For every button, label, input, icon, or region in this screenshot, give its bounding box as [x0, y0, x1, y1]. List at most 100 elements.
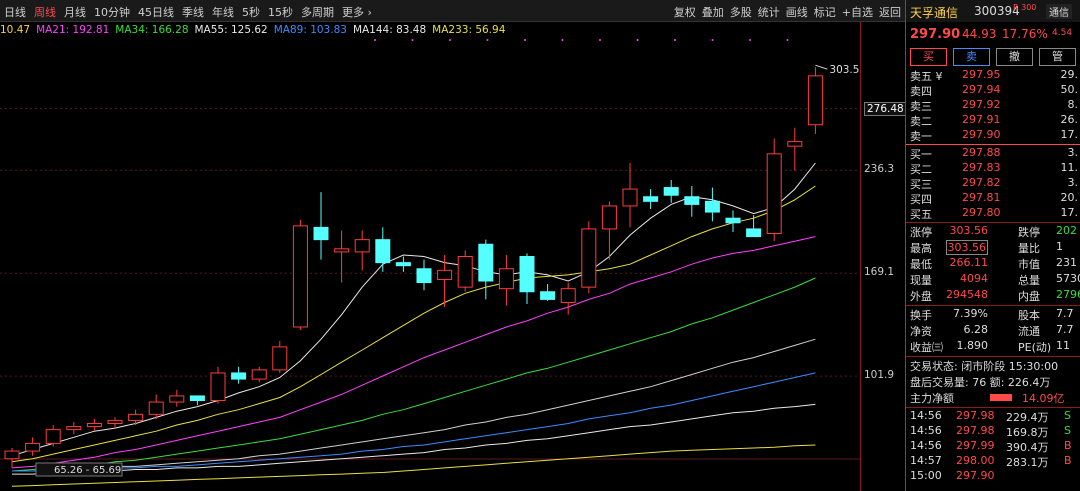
stat-value: 6.28 [963, 323, 989, 336]
quote-panel: 天孚通信 300394 R 300 通信 297.90 44.93 17.76%… [905, 0, 1080, 491]
order-book-row[interactable]: 买四 297.81 20. [906, 191, 1080, 206]
low-range-label: 65.26 - 65.69 [54, 465, 121, 476]
period-tab[interactable]: 更多 › [342, 4, 372, 20]
manage-button[interactable]: 管 [1039, 48, 1076, 66]
high-marker-label: 303.56 [829, 64, 860, 76]
period-tab[interactable]: 45日线 [138, 4, 174, 20]
trade-status: 交易状态: 闭市阶段 15:30:00 [906, 358, 1080, 374]
stat-key: 总量 [1018, 274, 1040, 287]
divider [906, 356, 1080, 357]
price-axis-label: 236.3 [864, 163, 895, 176]
candle-up [128, 413, 144, 421]
tool-button[interactable]: +自选 [842, 4, 873, 20]
stat-key: 换手 [910, 309, 932, 322]
buy-button[interactable]: 买 [910, 48, 947, 66]
ma-legend-item: MA55: 125.62 [194, 24, 268, 36]
candlestick-chart[interactable]: 303.56 65.26 - 65.69 [0, 22, 860, 491]
ma-line-ma89 [12, 372, 816, 472]
period-tab[interactable]: 周线 [34, 4, 56, 20]
order-volume: 20. [1060, 191, 1079, 204]
trade-time: 14:56 [910, 424, 942, 437]
period-tab[interactable]: 年线 [212, 4, 234, 20]
stat-value: 1.890 [956, 339, 989, 352]
candle-up [334, 248, 350, 253]
trade-row: 15:00 297.90 [906, 469, 1080, 484]
stat-key: 内盘 [1018, 290, 1040, 303]
trade-time: 15:00 [910, 469, 942, 482]
period-tab[interactable]: 日线 [4, 4, 26, 20]
order-book-row[interactable]: 买三 297.82 3. [906, 176, 1080, 191]
period-tabs: 日线 周线 月线 10分钟 45日线 季线 年线 5秒 15秒 多周期 更多 › [4, 4, 372, 20]
tool-button[interactable]: 画线 [786, 4, 808, 20]
order-book-row[interactable]: 卖五 ¥ 297.95 29. [906, 68, 1080, 83]
ma-line-ma21 [11, 236, 816, 469]
period-tab[interactable]: 15秒 [268, 4, 293, 20]
stat-value: 294548 [946, 288, 988, 301]
candle-up [766, 153, 782, 235]
candle-down [189, 395, 205, 402]
period-tab[interactable]: 5秒 [242, 4, 260, 20]
order-book-row[interactable]: 卖二 297.91 26. [906, 113, 1080, 128]
stat-value: 303.56 [945, 240, 988, 255]
stock-name[interactable]: 天孚通信 [910, 4, 958, 21]
stat-key: 现量 [910, 274, 932, 287]
order-book-row[interactable]: 卖三 297.92 8. [906, 98, 1080, 113]
candle-up [169, 395, 185, 403]
signal-dot [524, 39, 526, 41]
order-price: 297.94 [962, 83, 1001, 96]
tool-button[interactable]: 叠加 [702, 4, 724, 20]
order-volume: 3. [1067, 176, 1079, 189]
ma-legend-item: MA21: 192.81 [36, 24, 110, 36]
after-hours: 盘后交易量: 76 额: 226.4万 [906, 374, 1080, 390]
period-tab[interactable]: 10分钟 [94, 4, 130, 20]
trade-row: 14:56 297.99 390.4万 B [906, 439, 1080, 454]
order-book-row[interactable]: 卖四 297.94 50. [906, 83, 1080, 98]
order-level-label: 卖四 [910, 85, 932, 98]
tick-trades: 14:56 297.98 229.4万 S 14:56 297.98 169.8万 S 14:5… [906, 409, 1080, 484]
ma-line-ma34 [11, 277, 816, 472]
sector-button[interactable]: 通信 [1046, 4, 1072, 19]
candle-up [272, 346, 288, 371]
price-axis: 276.48 236.3 169.1 101.9 [860, 22, 907, 491]
candle-up [148, 401, 164, 415]
trade-volume: 283.1万 [1006, 456, 1049, 469]
order-book-row[interactable]: 卖一 297.90 17. [906, 128, 1080, 143]
cancel-order-button[interactable]: 撤 [996, 48, 1033, 66]
divider [906, 222, 1080, 223]
tool-button[interactable]: 返回 [879, 4, 901, 20]
ma-legend-item: 10.47 [0, 24, 31, 36]
high-marker-line [815, 64, 828, 70]
period-tab[interactable]: 多周期 [301, 4, 334, 20]
order-level-label: 买二 [910, 163, 932, 176]
order-level-label: 卖二 [910, 115, 932, 128]
stat-key: 最高 [910, 242, 932, 255]
period-tab[interactable]: 月线 [64, 4, 86, 20]
stat-value: 7.7 [1056, 307, 1074, 320]
order-book-row[interactable]: 买五 297.80 17. [906, 206, 1080, 221]
order-level-label: 卖一 [910, 130, 932, 143]
candle-up [251, 369, 267, 380]
signal-dot [411, 39, 414, 41]
order-book-row[interactable]: 买一 297.88 3. [906, 146, 1080, 161]
stat-value: 5730 [1056, 272, 1080, 285]
tool-button[interactable]: 统计 [758, 4, 780, 20]
order-book-row[interactable]: 买二 297.83 11. [906, 161, 1080, 176]
period-tab[interactable]: 季线 [182, 4, 204, 20]
candle-down [684, 196, 700, 205]
candle-down [313, 226, 329, 241]
tool-button[interactable]: 复权 [674, 4, 696, 20]
stat-key: 涨停 [910, 226, 932, 239]
tool-button[interactable]: 多股 [730, 4, 752, 20]
sell-button[interactable]: 卖 [953, 48, 990, 66]
candle-up [601, 205, 617, 230]
trade-row: 14:56 297.98 169.8万 S [906, 424, 1080, 439]
order-volume: 3. [1067, 146, 1079, 159]
trade-side: B [1064, 439, 1072, 452]
main-net-label: 主力净额 [910, 392, 954, 405]
trade-side: B [1064, 454, 1072, 467]
candle-up [622, 188, 638, 207]
tool-button[interactable]: 标记 [814, 4, 836, 20]
order-volume: 11. [1060, 161, 1079, 174]
stat-value: 303.56 [949, 224, 989, 237]
candle-up [498, 268, 514, 290]
